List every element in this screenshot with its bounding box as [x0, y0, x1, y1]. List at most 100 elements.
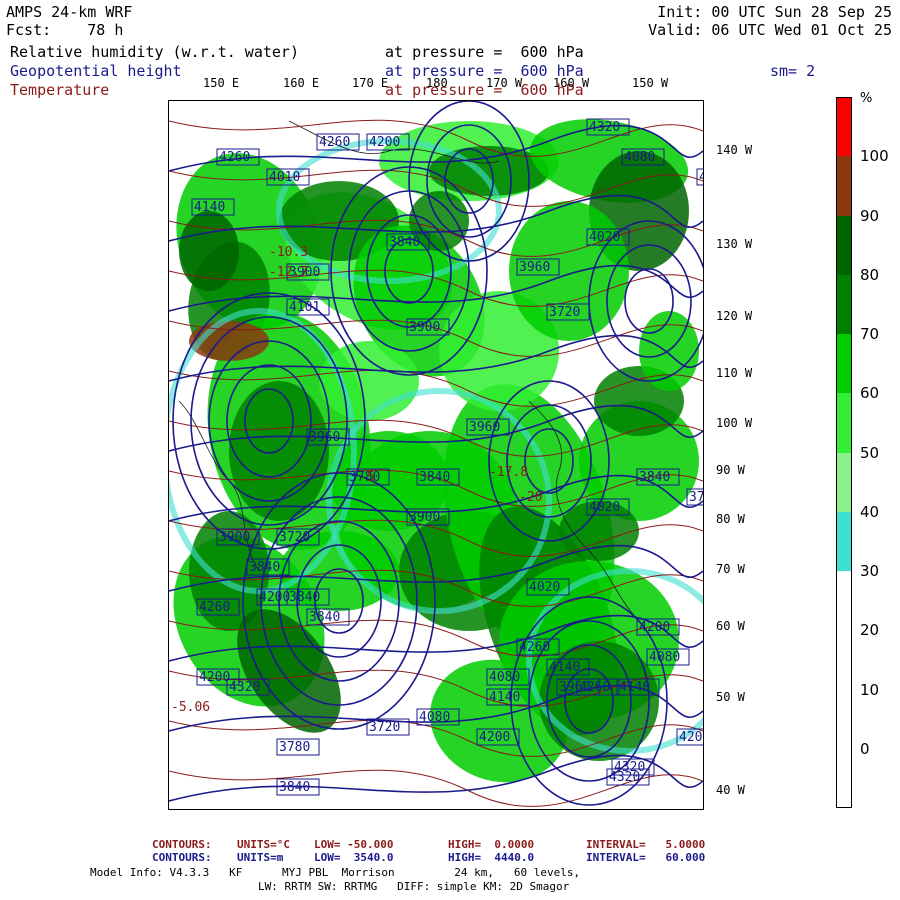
colorbar-swatch — [836, 630, 852, 690]
height-label-text: 4200 — [259, 590, 290, 605]
height-label-text: 4140 — [619, 680, 650, 695]
valid-time: Valid: 06 UTC Wed 01 Oct 25 — [648, 21, 892, 39]
height-label-text: 3960 — [559, 680, 590, 695]
colorbar-label: 0 — [860, 739, 870, 758]
temp-contours-label: CONTOURS: — [152, 838, 212, 851]
colorbar-swatch — [836, 689, 852, 749]
height-label-text: 4080 — [649, 650, 680, 665]
height-label-text: 4020 — [589, 230, 620, 245]
height-label-text: 4260 — [319, 135, 350, 150]
lat-label-140w: 140 W — [716, 143, 753, 157]
height-label-text: 3780 — [279, 740, 310, 755]
temperature-label: -20 — [519, 490, 542, 505]
height-label-text: 3900 — [409, 510, 440, 525]
height-label-text: 4200 — [369, 135, 400, 150]
height-label-text: 4320 — [589, 120, 620, 135]
height-label-text: 4320 — [614, 760, 645, 775]
field-rh-pressure: at pressure = 600 hPa — [385, 43, 584, 61]
lat-label-110w: 110 W — [716, 366, 753, 380]
height-label-text: 4020 — [529, 580, 560, 595]
colorbar-label: 80 — [860, 265, 880, 284]
hgt-contours-units: UNITS=m — [237, 851, 284, 864]
height-label-text: 3960 — [519, 260, 550, 275]
colorbar-label: 50 — [860, 443, 880, 462]
lon-label-180: 180 — [426, 76, 448, 90]
model-title: AMPS 24-km WRF — [6, 3, 133, 21]
colorbar-label: 40 — [860, 502, 880, 521]
field-rh-name: Relative humidity (w.r.t. water) — [10, 43, 299, 61]
colorbar-swatch — [836, 97, 852, 157]
hgt-contours-label: CONTOURS: — [152, 851, 212, 864]
height-label: 4080 — [646, 648, 690, 666]
lat-label-40w: 40 W — [716, 783, 745, 797]
height-label: 3840 — [306, 608, 350, 626]
field-hgt-name: Geopotential height — [10, 62, 182, 80]
smoothing-label: sm= 2 — [770, 62, 816, 80]
height-label-text: 4260 — [519, 640, 550, 655]
height-label-text: 3900 — [409, 320, 440, 335]
model-info-physics: LW: RRTM SW: RRTMG DIFF: simple KM: 2D S… — [258, 880, 570, 893]
height-label: 3780 — [276, 738, 320, 756]
colorbar-label: 90 — [860, 206, 880, 225]
height-label-text: 3840 — [289, 590, 320, 605]
lat-label-70w: 70 W — [716, 562, 745, 576]
colorbar-swatch — [836, 452, 852, 512]
colorbar-label: 20 — [860, 621, 880, 640]
height-label: 3780 — [686, 488, 703, 506]
colorbar-label: 60 — [860, 384, 880, 403]
height-label-text: 3840 — [279, 780, 310, 795]
height-label-text: 4010 — [269, 170, 300, 185]
weather-map-canvas: 42604260 42004320408041404010390038404101… — [169, 101, 703, 807]
lon-label-170w: 170 W — [486, 76, 523, 90]
colorbar-swatch — [836, 215, 852, 275]
lon-label-160w: 160 W — [553, 76, 590, 90]
height-label-text: 3720 — [279, 530, 310, 545]
height-label-text: 4140 — [489, 690, 520, 705]
lat-label-120w: 120 W — [716, 309, 753, 323]
height-label-text: 4200 — [479, 730, 510, 745]
colorbar-label: 30 — [860, 562, 880, 580]
height-label-text: 4200 — [199, 670, 230, 685]
colorbar-swatch — [836, 571, 852, 631]
lon-label-170e: 170 E — [352, 76, 389, 90]
height-label-text: 3840 — [309, 610, 340, 625]
humidity-patch — [179, 211, 239, 291]
colorbar-label: 10 — [860, 680, 880, 699]
height-label-text: 4320 — [229, 680, 260, 695]
height-label-text: 4140 — [194, 200, 225, 215]
height-label-text: 3840 — [639, 470, 670, 485]
hgt-contours-interval: INTERVAL= 60.000 — [586, 851, 706, 864]
lat-label-90w: 90 W — [716, 463, 745, 477]
colorbar-swatch — [836, 334, 852, 394]
colorbar-swatch — [836, 511, 852, 571]
height-label-text: 3840 — [419, 470, 450, 485]
lon-label-150w: 150 W — [632, 76, 669, 90]
humidity-shading-layer — [169, 119, 703, 783]
height-label-text: 3720 — [369, 720, 400, 735]
height-label: 4200 — [676, 728, 703, 746]
height-label-text: 4260 — [199, 600, 230, 615]
colorbar-swatch — [836, 274, 852, 334]
height-label-text: 3840 — [249, 560, 280, 575]
colorbar-swatch — [836, 393, 852, 453]
lon-label-150e: 150 E — [203, 76, 240, 90]
height-label-text: 4080 — [489, 670, 520, 685]
temp-contours-interval: INTERVAL= 5.0000 — [586, 838, 706, 851]
temp-contours-high: HIGH= 0.0000 — [448, 838, 535, 851]
forecast-hour: Fcst: 78 h — [6, 21, 124, 39]
colorbar-label: 100 — [860, 147, 889, 166]
humidity-patch — [319, 341, 419, 421]
temperature-label: -5.06 — [171, 700, 210, 715]
field-temp-name: Temperature — [10, 81, 110, 99]
lon-label-160e: 160 E — [283, 76, 320, 90]
height-label-text: 3720 — [549, 305, 580, 320]
height-label-text: 4200 — [639, 620, 670, 635]
hgt-contours-high: HIGH= 4440.0 — [448, 851, 535, 864]
colorbar-label: 70 — [860, 325, 880, 343]
colorbar-swatch — [836, 748, 852, 808]
weather-map: 4260 4260 4200 4320 4080 4140 4010 3900 3840 4101… — [168, 100, 704, 810]
height-label-text: 4080 — [624, 150, 655, 165]
height-label-text: 4140 — [549, 660, 580, 675]
temperature-label: -17.8 — [489, 465, 528, 480]
temperature-label: -5 — [359, 470, 375, 485]
